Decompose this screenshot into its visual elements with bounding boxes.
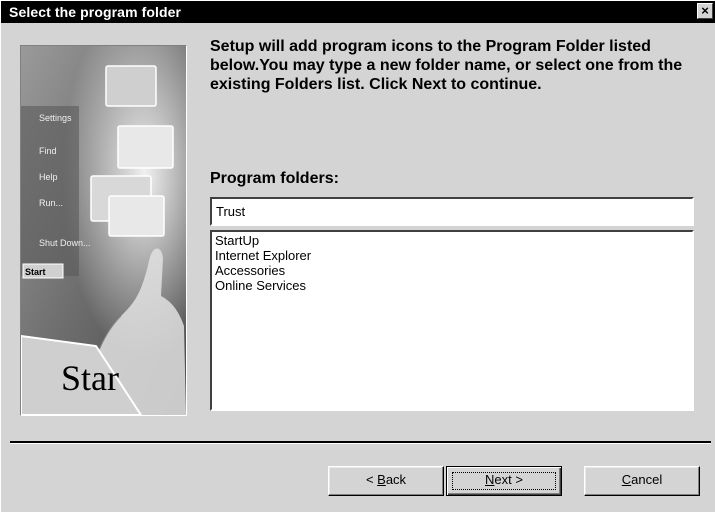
list-item-online-services[interactable]: Online Services: [215, 278, 689, 293]
setup-dialog: Select the program folder × Settings Fin…: [0, 0, 715, 512]
focus-rectangle: [452, 472, 556, 490]
close-icon: ×: [701, 3, 709, 18]
existing-folders-list[interactable]: StartUp Internet Explorer Accessories On…: [210, 230, 694, 411]
back-arrow-text: <: [365, 472, 378, 487]
menu-item-run: Run...: [39, 198, 63, 208]
next-button[interactable]: Next >: [446, 466, 562, 496]
back-button[interactable]: < Back: [328, 466, 444, 496]
list-item-accessories[interactable]: Accessories: [215, 263, 689, 278]
wizard-side-image: Settings Find Help Run... Shut Down... S…: [20, 45, 187, 416]
cancel-button[interactable]: Cancel: [584, 466, 700, 496]
menu-item-settings: Settings: [39, 113, 72, 123]
program-folders-label: Program folders:: [210, 170, 339, 187]
start-button-label: Start: [25, 267, 46, 277]
cancel-accel-key: C: [621, 472, 632, 487]
program-folder-input[interactable]: [210, 197, 694, 226]
menu-item-find: Find: [39, 146, 57, 156]
window-title: Select the program folder: [9, 4, 182, 20]
big-start-text: Star: [61, 358, 119, 398]
menu-item-help: Help: [39, 172, 58, 182]
instructions-text: Setup will add program icons to the Prog…: [210, 38, 683, 93]
close-button[interactable]: ×: [697, 3, 713, 19]
menu-item-shutdown: Shut Down...: [39, 238, 91, 248]
divider: [10, 441, 711, 444]
list-item-startup[interactable]: StartUp: [215, 233, 689, 248]
cancel-label-rest: ancel: [631, 472, 663, 487]
back-accel-key: B: [377, 472, 386, 487]
title-bar: Select the program folder ×: [1, 1, 715, 23]
list-item-internet-explorer[interactable]: Internet Explorer: [215, 248, 689, 263]
back-label-rest: ack: [385, 472, 407, 487]
